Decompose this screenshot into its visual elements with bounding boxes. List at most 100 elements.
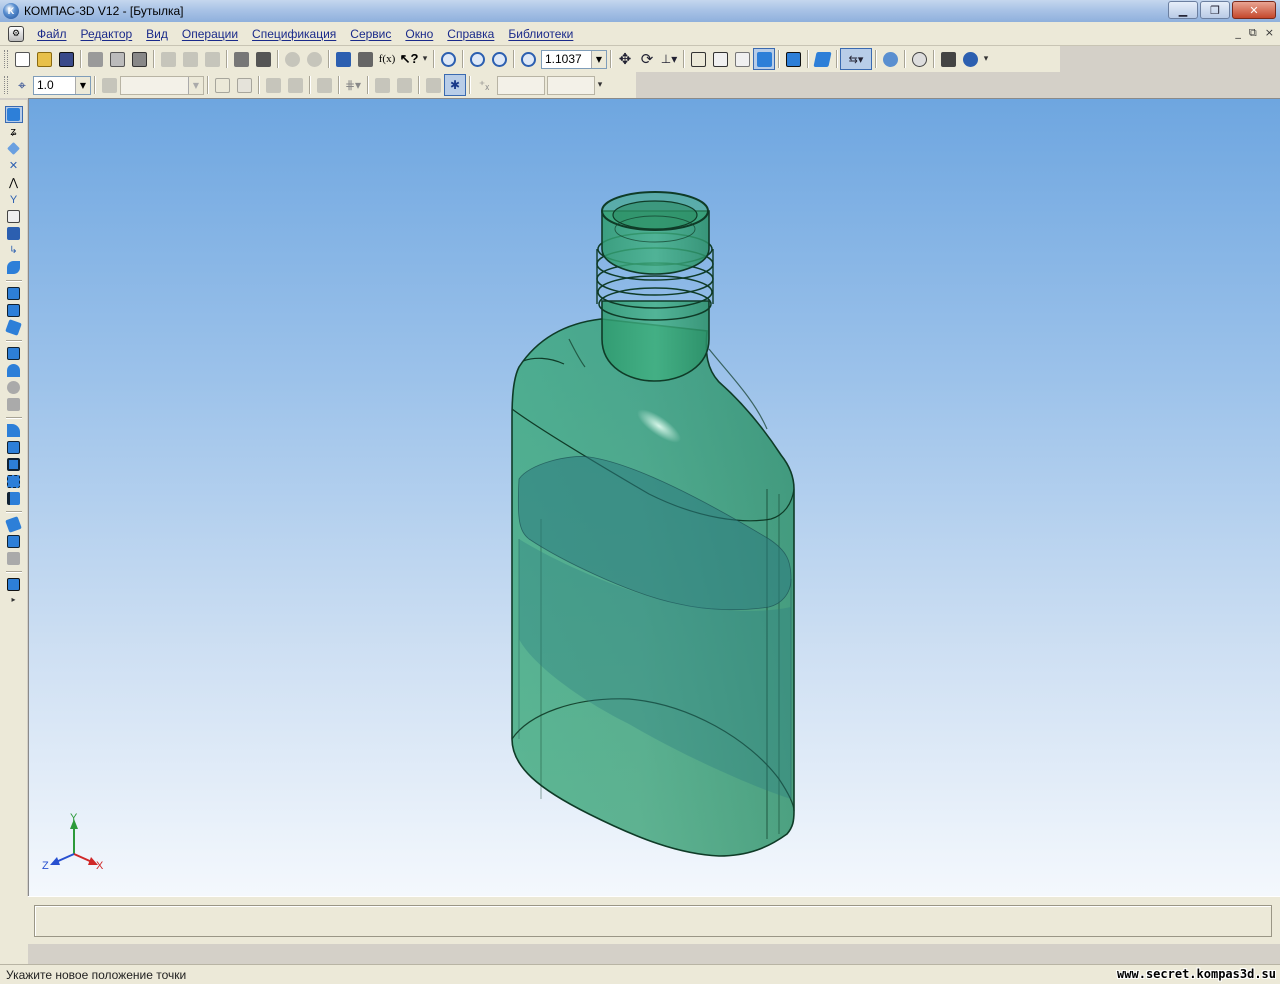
paste-button[interactable] — [201, 48, 223, 70]
wireframe-button[interactable] — [687, 48, 709, 70]
grid-button[interactable]: ⋕▾ — [342, 74, 364, 96]
coord-y-field[interactable] — [547, 75, 595, 95]
menu-operations[interactable]: Операции — [175, 27, 245, 41]
corner-button[interactable] — [422, 74, 444, 96]
tool-revolve[interactable] — [5, 302, 23, 319]
tool-edit-details[interactable] — [4, 106, 23, 123]
extra-view-button[interactable] — [937, 48, 959, 70]
properties-button[interactable] — [128, 48, 150, 70]
tool-dimensions[interactable]: ↳ — [5, 242, 23, 259]
menu-window[interactable]: Окно — [398, 27, 440, 41]
local-cs-button[interactable] — [262, 74, 284, 96]
style-combo[interactable]: ▼ — [120, 75, 204, 95]
minimize-button[interactable]: ▁ — [1168, 1, 1198, 19]
cursor-coords-button[interactable]: ⁺ₓ — [473, 74, 495, 96]
toolbar-overflow-button[interactable]: ▾ — [420, 54, 430, 64]
plane-button[interactable] — [211, 74, 233, 96]
help-cursor-button[interactable]: ↖? — [398, 48, 420, 70]
toolbar-overflow-button-3[interactable]: ▾ — [595, 80, 605, 90]
menu-libraries[interactable]: Библиотеки — [501, 27, 580, 41]
chevron-down-icon[interactable]: ▼ — [188, 76, 203, 94]
expand-arrow-icon[interactable]: ▸ — [11, 595, 15, 604]
tool-spatial-curves[interactable]: ʑ — [5, 123, 23, 140]
menu-editor[interactable]: Редактор — [74, 27, 140, 41]
tool-spec[interactable] — [5, 208, 23, 225]
bottle-model[interactable]: Y X Z — [29, 99, 1280, 896]
model-tree-button[interactable] — [332, 48, 354, 70]
tool-cut-extrude[interactable] — [5, 345, 23, 362]
tool-shell[interactable] — [5, 456, 23, 473]
cut-button[interactable] — [157, 48, 179, 70]
tool-loft[interactable] — [5, 319, 23, 336]
perspective-button[interactable] — [811, 48, 833, 70]
restore-button[interactable]: ❐ — [1200, 1, 1230, 19]
menu-view[interactable]: Вид — [139, 27, 175, 41]
tool-split[interactable] — [5, 533, 23, 550]
undo-button[interactable] — [281, 48, 303, 70]
axis-button[interactable] — [393, 74, 415, 96]
tool-reports[interactable] — [5, 225, 23, 242]
tool-fillet[interactable] — [5, 422, 23, 439]
mdi-restore-button[interactable]: ⧉ — [1249, 26, 1257, 40]
step-button[interactable]: ⌖ — [11, 74, 33, 96]
zoom-in-button[interactable] — [466, 48, 488, 70]
mdi-minimize-button[interactable]: _ — [1235, 26, 1241, 40]
new-document-button[interactable] — [11, 48, 33, 70]
tool-hole[interactable] — [5, 379, 23, 396]
zoom-scale-button[interactable] — [517, 48, 539, 70]
tool-aux-geometry[interactable]: ⋀ — [5, 174, 23, 191]
halftone-edges-button[interactable] — [782, 48, 804, 70]
coord-x-field[interactable] — [497, 75, 545, 95]
menu-help[interactable]: Справка — [440, 27, 501, 41]
tool-chamfer[interactable] — [5, 439, 23, 456]
menu-specification[interactable]: Спецификация — [245, 27, 343, 41]
orient-button[interactable] — [284, 74, 306, 96]
tool-mirror[interactable] — [5, 490, 23, 507]
rotate-button[interactable]: ⟳ — [636, 48, 658, 70]
toolbar-grip[interactable] — [4, 76, 8, 94]
zoom-window-button[interactable] — [437, 48, 459, 70]
properties-panel-field[interactable] — [34, 905, 1272, 937]
orientation-button[interactable]: ⊥▾ — [658, 48, 680, 70]
tool-cut-revolve[interactable] — [5, 362, 23, 379]
zoom-scale-combo[interactable]: 1.1037 ▼ — [541, 49, 607, 69]
chevron-down-icon[interactable]: ▼ — [591, 50, 606, 68]
snaps-button[interactable]: ✱ — [444, 74, 466, 96]
manager-button[interactable] — [354, 48, 376, 70]
tool-extrude[interactable] — [5, 285, 23, 302]
toolbar-grip[interactable] — [4, 50, 8, 68]
ortho-button[interactable] — [371, 74, 393, 96]
snap-button[interactable] — [879, 48, 901, 70]
tool-options[interactable] — [5, 576, 23, 593]
model-viewport[interactable]: Y X Z — [28, 98, 1280, 896]
sketch-button[interactable] — [233, 74, 255, 96]
print-button[interactable] — [84, 48, 106, 70]
menu-file[interactable]: Файл — [30, 27, 74, 41]
close-button[interactable]: ✕ — [1232, 1, 1276, 19]
tool-thread[interactable] — [5, 516, 23, 533]
toolbar-overflow-button-2[interactable]: ▾ — [981, 54, 991, 64]
pan-button[interactable]: ✥ — [614, 48, 636, 70]
tool-diagnostics[interactable]: Y — [5, 191, 23, 208]
bottle-neck[interactable] — [601, 300, 710, 382]
filter-button[interactable]: ⇆▾ — [840, 48, 872, 70]
hidden-lines-button[interactable] — [709, 48, 731, 70]
layer-button[interactable] — [98, 74, 120, 96]
format-painter-button[interactable] — [230, 48, 252, 70]
tool-rib[interactable] — [5, 473, 23, 490]
tool-surfaces[interactable] — [5, 140, 23, 157]
hidden-lines-thin-button[interactable] — [731, 48, 753, 70]
fx-variables-button[interactable]: f(x) — [376, 48, 398, 70]
measure-button[interactable] — [313, 74, 335, 96]
step-combo[interactable]: 1.0 ▼ — [33, 75, 91, 95]
redo-button[interactable] — [303, 48, 325, 70]
refresh-button[interactable] — [959, 48, 981, 70]
variables-button[interactable] — [252, 48, 274, 70]
document-system-icon[interactable]: ⚙ — [8, 25, 24, 42]
copy-button[interactable] — [179, 48, 201, 70]
halftone-button[interactable] — [753, 48, 775, 70]
zoom-out-button[interactable] — [488, 48, 510, 70]
tool-arrays[interactable]: ✕ — [5, 157, 23, 174]
tool-sheet-metal[interactable] — [5, 259, 23, 276]
tool-draft[interactable] — [5, 550, 23, 567]
